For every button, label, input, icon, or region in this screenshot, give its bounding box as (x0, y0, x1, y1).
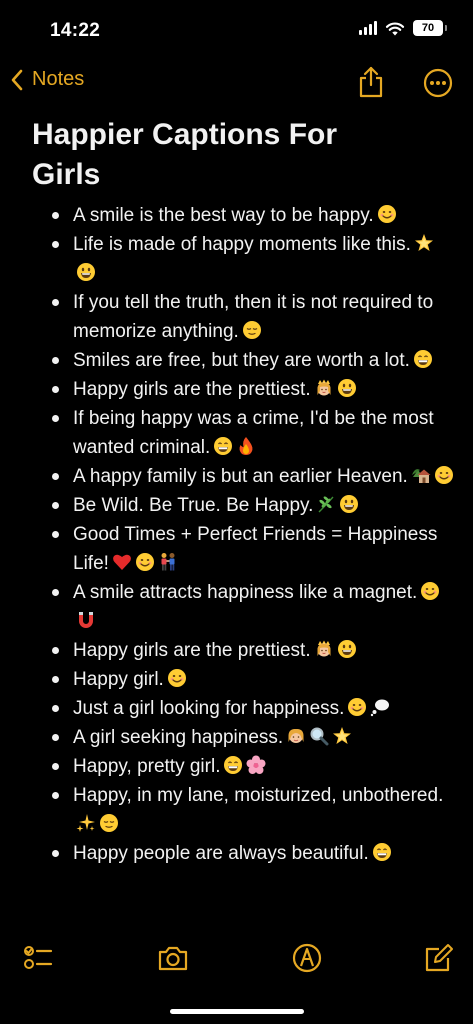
list-item[interactable]: Life is made of happy moments like this. (32, 230, 455, 288)
list-item[interactable]: Happy girls are the prettiest. (32, 636, 455, 665)
list-item[interactable]: Be Wild. Be True. Be Happy. (32, 491, 455, 520)
house-emoji-icon (411, 465, 431, 485)
list-item[interactable]: Smiles are free, but they are worth a lo… (32, 346, 455, 375)
list-item[interactable]: A smile is the best way to be happy. (32, 201, 455, 230)
list-item[interactable]: A girl seeking happiness. (32, 723, 455, 752)
list-item-text: Happy girl. (73, 669, 164, 690)
smiling-face-emoji-icon (167, 668, 187, 688)
princess-emoji-icon (314, 378, 334, 398)
share-icon[interactable] (357, 66, 385, 98)
nav-bar: Notes (0, 62, 473, 108)
grinning-face-emoji-icon (339, 494, 359, 514)
beaming-face-emoji-icon (413, 349, 433, 369)
list-item-text: Happy girls are the prettiest. (73, 640, 311, 661)
list-item-text: Happy girls are the prettiest. (73, 379, 311, 400)
status-bar: 14:22 70 (0, 0, 473, 62)
grinning-face-emoji-icon (76, 262, 96, 282)
list-item-text: A girl seeking happiness. (73, 727, 284, 748)
beaming-face-emoji-icon (223, 755, 243, 775)
back-button[interactable]: Notes (10, 68, 84, 91)
chevron-left-icon (11, 69, 23, 90)
smiling-face-emoji-icon (377, 204, 397, 224)
list-item[interactable]: Happy people are always beautiful. (32, 839, 455, 868)
list-item[interactable]: Happy girl. (32, 665, 455, 694)
bottom-toolbar (0, 924, 473, 1024)
thought-balloon-emoji-icon (370, 697, 390, 717)
compose-icon[interactable] (423, 942, 455, 974)
list-item[interactable]: Happy, in my lane, moisturized, unbother… (32, 781, 455, 839)
list-item[interactable]: If being happy was a crime, I'd be the m… (32, 404, 455, 462)
list-item[interactable]: If you tell the truth, then it is not re… (32, 288, 455, 346)
back-label: Notes (32, 68, 85, 90)
battery-icon: 70 (413, 20, 447, 36)
list-item[interactable]: Happy girls are the prettiest. (32, 375, 455, 404)
star-emoji-icon (332, 726, 352, 746)
herb-emoji-icon (316, 494, 336, 514)
home-indicator[interactable] (169, 1009, 304, 1014)
sparkles-emoji-icon (76, 813, 96, 833)
smiling-face-emoji-icon (420, 581, 440, 601)
couple-emoji-icon (158, 552, 178, 572)
list-item-text: Happy people are always beautiful. (73, 843, 369, 864)
list-item-text: Just a girl looking for happiness. (73, 698, 345, 719)
relieved-face-emoji-icon (242, 320, 262, 340)
battery-level: 70 (421, 22, 435, 34)
signal-icon (359, 21, 377, 35)
list-item[interactable]: Just a girl looking for happiness. (32, 694, 455, 723)
list-item[interactable]: A smile attracts happiness like a magnet… (32, 578, 455, 636)
list-item-text: A smile is the best way to be happy. (73, 205, 374, 226)
smiling-face-emoji-icon (347, 697, 367, 717)
list-item[interactable]: A happy family is but an earlier Heaven. (32, 462, 455, 491)
beaming-face-emoji-icon (372, 842, 392, 862)
smiling-face-emoji-icon (434, 465, 454, 485)
markup-icon[interactable] (291, 942, 323, 974)
princess-emoji-icon (314, 639, 334, 659)
status-indicators: 70 (359, 20, 447, 36)
list-item-text: Happy, pretty girl. (73, 756, 221, 777)
grinning-face-emoji-icon (337, 639, 357, 659)
note-body[interactable]: Happier Captions For Girls A smile is th… (32, 115, 455, 868)
fire-emoji-icon (236, 436, 256, 456)
list-item[interactable]: Happy, pretty girl. (32, 752, 455, 781)
wifi-icon (385, 22, 405, 35)
beaming-face-emoji-icon (213, 436, 233, 456)
list-item[interactable]: Good Times + Perfect Friends = Happiness… (32, 520, 455, 578)
magnet-emoji-icon (76, 610, 96, 630)
list-item-text: Smiles are free, but they are worth a lo… (73, 350, 410, 371)
list-item-text: Be Wild. Be True. Be Happy. (73, 495, 314, 516)
list-item-text: A smile attracts happiness like a magnet… (73, 582, 418, 603)
list-item-text: A happy family is but an earlier Heaven. (73, 466, 408, 487)
star-emoji-icon (414, 233, 434, 253)
bullet-list: A smile is the best way to be happy. Life… (32, 201, 455, 868)
magnifying-glass-emoji-icon (309, 726, 329, 746)
cherry-blossom-emoji-icon (246, 755, 266, 775)
checklist-icon[interactable] (22, 942, 54, 974)
grinning-face-emoji-icon (337, 378, 357, 398)
red-heart-emoji-icon (112, 552, 132, 572)
more-icon[interactable] (423, 68, 453, 98)
list-item-text: Happy, in my lane, moisturized, unbother… (73, 785, 444, 806)
status-time: 14:22 (50, 20, 101, 41)
relieved-face-emoji-icon (99, 813, 119, 833)
list-item-text: Life is made of happy moments like this. (73, 234, 411, 255)
girl-emoji-icon (286, 726, 306, 746)
camera-icon[interactable] (157, 942, 189, 974)
note-title: Happier Captions For Girls (32, 118, 338, 191)
smiling-face-emoji-icon (135, 552, 155, 572)
